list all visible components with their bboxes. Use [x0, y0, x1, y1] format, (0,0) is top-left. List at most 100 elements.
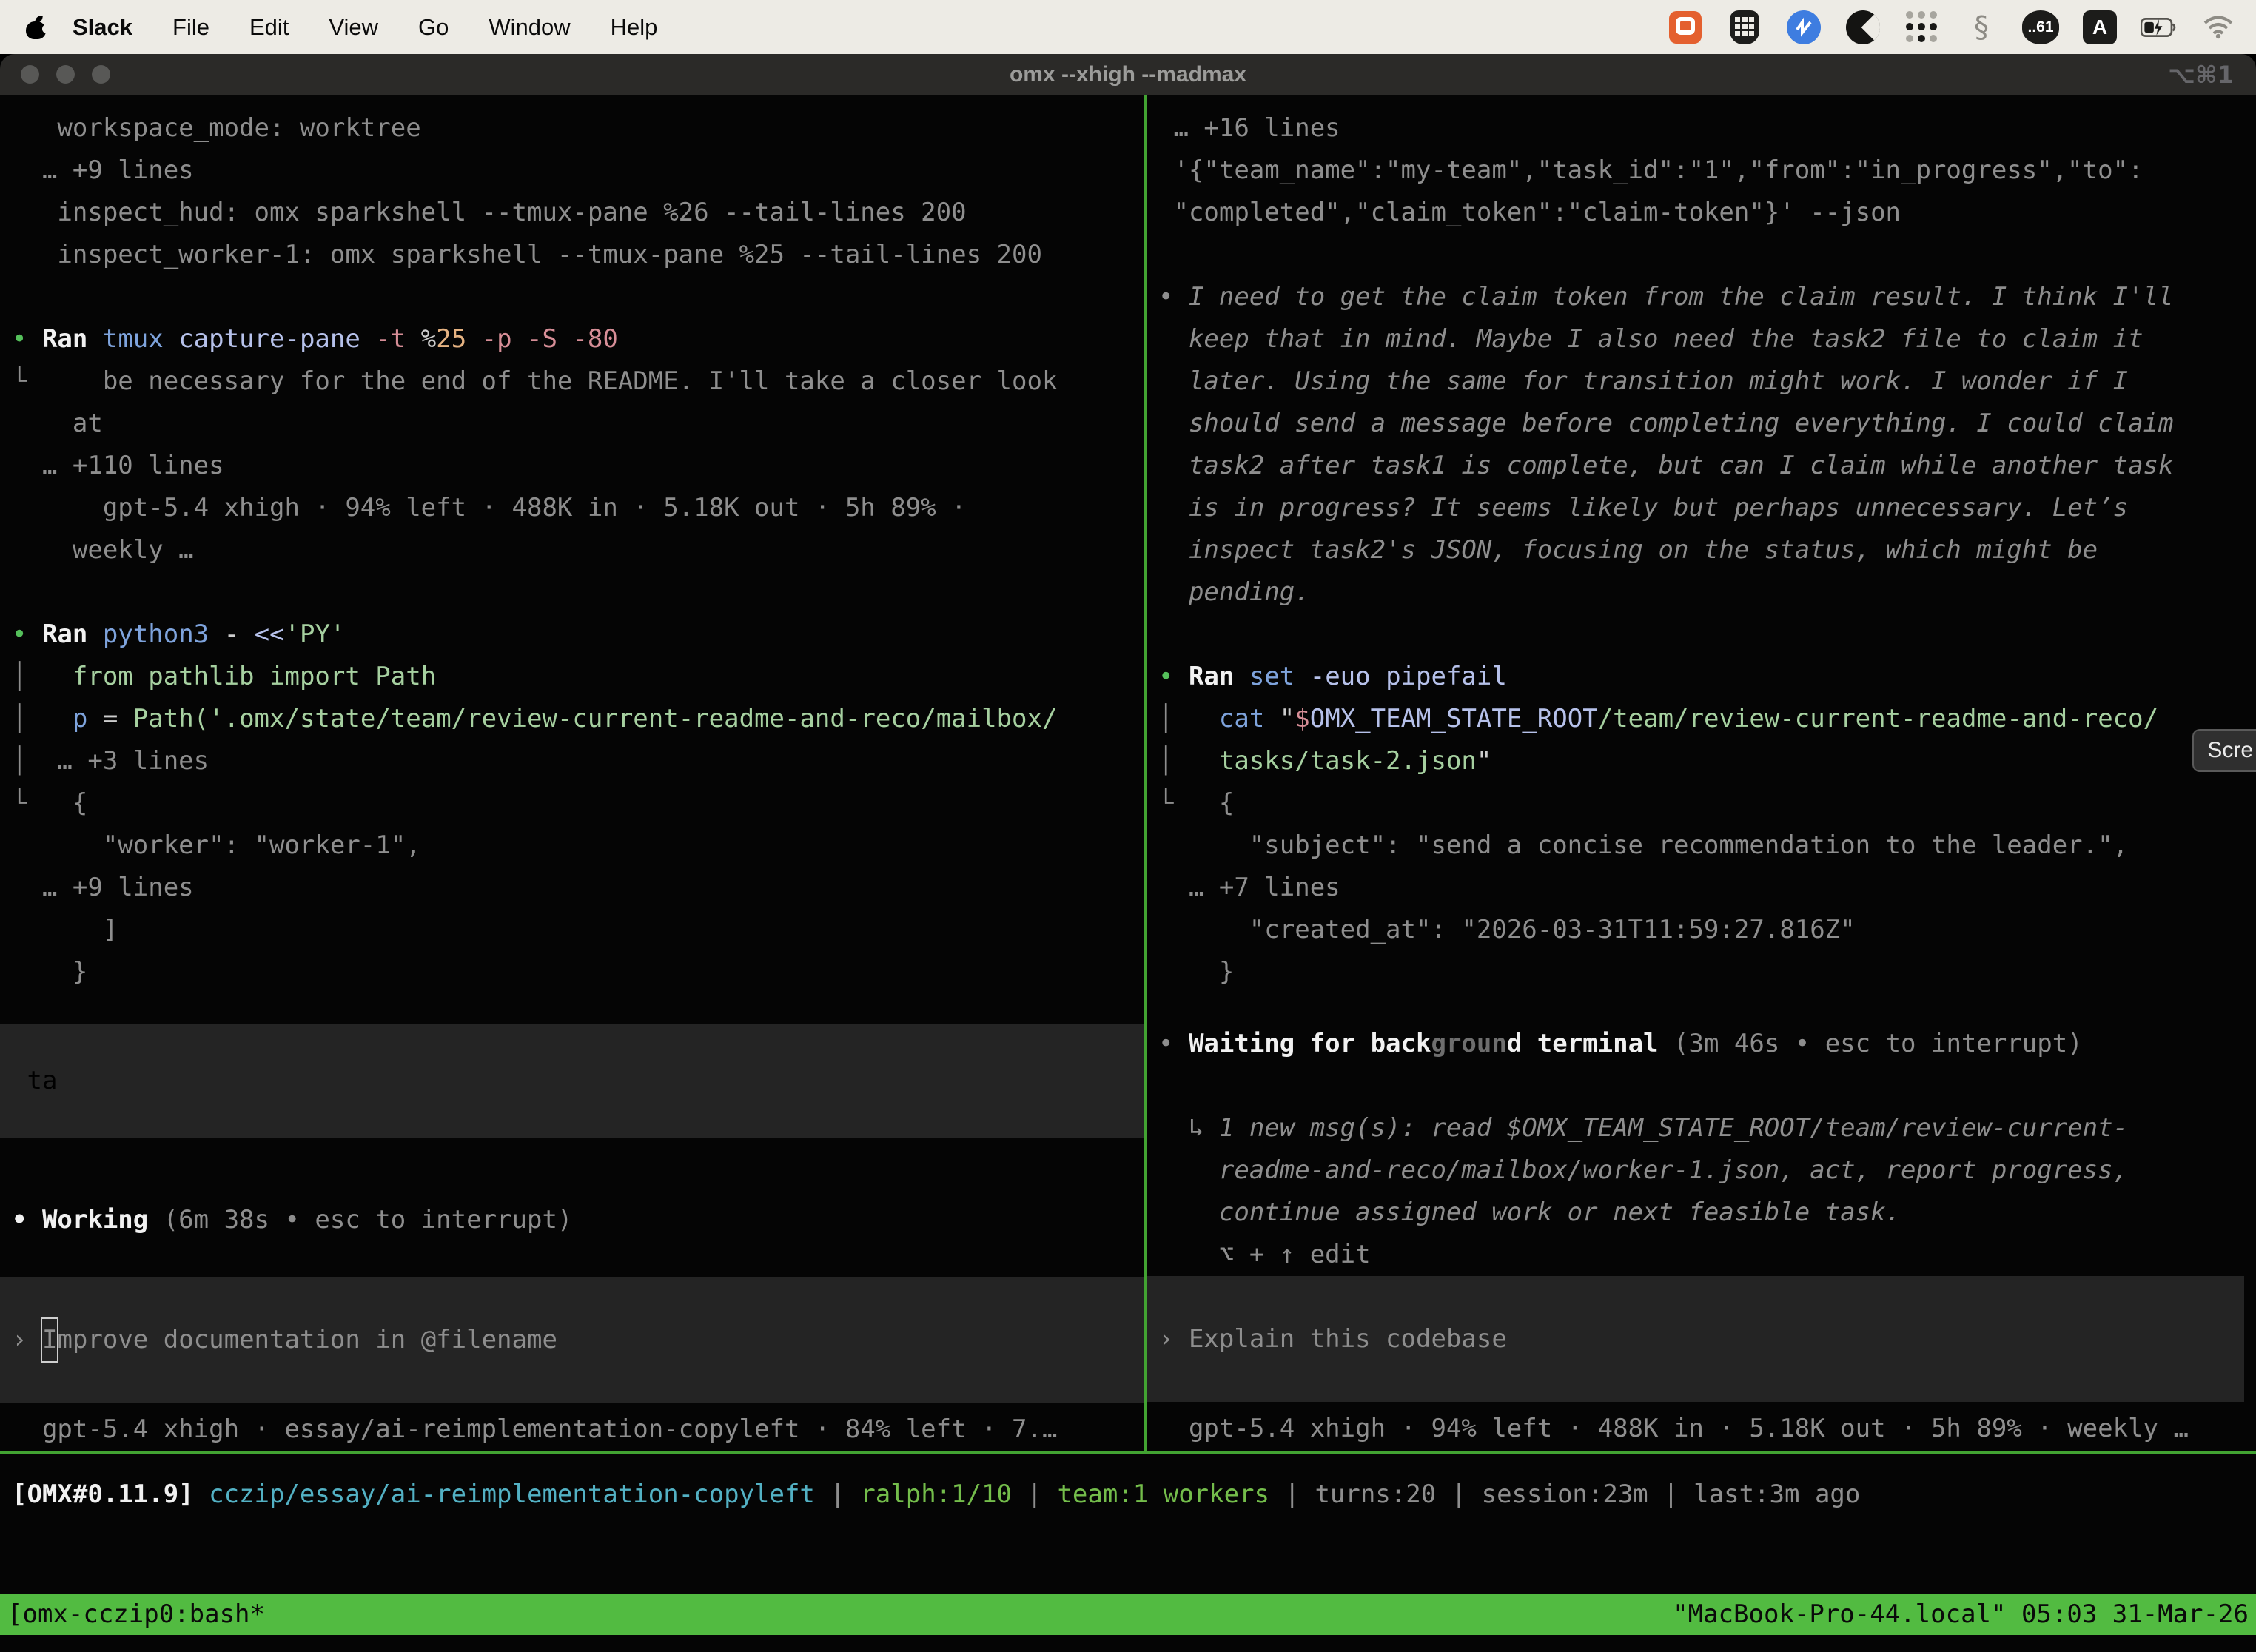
- tmux-session-label: [omx-cczip0:bash*: [7, 1599, 265, 1629]
- shield-grid-icon[interactable]: [1726, 9, 1763, 46]
- close-button[interactable]: [21, 65, 39, 84]
- input-placeholder: mprove documentation in @filename: [57, 1319, 557, 1361]
- text-segment: is in progress? It seems likely but perh…: [1158, 493, 2128, 523]
- right-scrollback: … +16 lines '{"team_name":"my-team","tas…: [1158, 107, 2256, 993]
- right-model-status: gpt-5.4 xhigh · 94% left · 488K in · 5.1…: [1158, 1408, 2256, 1450]
- terminal-line: pending.: [1158, 571, 2256, 614]
- text-segment: •: [12, 620, 42, 649]
- text-segment: /team/review-current-readme-and-reco/: [1598, 704, 2158, 733]
- text-segment: I need to get the claim token from the c…: [1189, 282, 2174, 312]
- menu-item-go[interactable]: Go: [398, 14, 469, 41]
- text-segment: inspect_worker-1: omx sparkshell --tmux-…: [12, 240, 1042, 269]
- blue-badge-icon[interactable]: [1785, 9, 1822, 46]
- text-segment: gpt-5.4 xhigh · essay/ai-reimplementatio…: [12, 1414, 1057, 1444]
- text-segment: Waiting for back: [1189, 1029, 1431, 1058]
- terminal-line: • Ran python3 - <<'PY': [12, 614, 1144, 656]
- text-segment: pending.: [1158, 577, 1310, 607]
- prompt-chevron: ›: [12, 1319, 42, 1361]
- left-scrollback: workspace_mode: worktree … +9 lines insp…: [12, 107, 1144, 993]
- screen-tooltip: Scre: [2192, 729, 2256, 772]
- minimize-button[interactable]: [56, 65, 75, 84]
- input-placeholder: Explain this codebase: [1189, 1318, 1507, 1360]
- text-segment: t: [27, 1066, 41, 1095]
- text-segment: ⌥ + ↑ edit: [1158, 1240, 1371, 1269]
- left-prompt-input[interactable]: › Improve documentation in @filename: [0, 1277, 1144, 1403]
- terminal-line: • Ran set -euo pipefail: [1158, 656, 2256, 698]
- terminal-line: [12, 276, 1144, 318]
- terminal-line: │ … +3 lines: [12, 740, 1144, 782]
- text-segment: [OMX#0.11.9]: [12, 1480, 209, 1509]
- terminal-line: ]: [12, 909, 1144, 951]
- left-pane: workspace_mode: worktree … +9 lines insp…: [0, 95, 1144, 1451]
- terminal-line: … +9 lines: [12, 150, 1144, 192]
- text-segment: … +7 lines: [1158, 873, 1340, 902]
- chat-icon[interactable]: [1667, 9, 1704, 46]
- text-segment: … +110 lines: [12, 451, 224, 480]
- text-segment: │: [12, 746, 27, 776]
- text-segment: }: [12, 957, 87, 987]
- text-segment: •: [12, 324, 42, 354]
- battery-icon[interactable]: [2141, 9, 2178, 46]
- letter-a-icon[interactable]: A: [2081, 9, 2118, 46]
- text-segment: ralph:1/10: [860, 1480, 1027, 1509]
- menu-status-icons: § ..61 A: [1667, 9, 2237, 46]
- menu-item-help[interactable]: Help: [591, 14, 678, 41]
- text-segment: %: [421, 324, 436, 354]
- text-segment: Ran: [42, 620, 103, 649]
- dots-grid-icon[interactable]: [1904, 9, 1941, 46]
- text-segment: =: [103, 704, 133, 733]
- zoom-button[interactable]: [92, 65, 110, 84]
- text-segment: Path('.omx/state/team/review-current-rea…: [133, 704, 1058, 733]
- text-segment: "worker": "worker-1",: [12, 830, 421, 860]
- text-segment: continue assigned work or next feasible …: [1158, 1198, 1901, 1227]
- text-segment: [12, 1066, 27, 1095]
- text-segment: a: [42, 1066, 57, 1095]
- text-segment: }: [1158, 957, 1234, 987]
- text-segment: •: [1158, 1029, 1189, 1058]
- menu-item-view[interactable]: View: [309, 14, 398, 41]
- text-segment: •: [1158, 282, 1189, 312]
- menu-item-edit[interactable]: Edit: [229, 14, 309, 41]
- right-prompt-input[interactable]: › Explain this codebase: [1147, 1276, 2244, 1402]
- terminal-line: task2 after task1 is complete, but can I…: [1158, 445, 2256, 487]
- text-segment: task2 after task1 is complete, but can I…: [1158, 451, 2173, 480]
- apple-icon: [26, 16, 46, 39]
- omx-status-line: [OMX#0.11.9] cczip/essay/ai-reimplementa…: [0, 1454, 2256, 1516]
- terminal-line: "completed","claim_token":"claim-token"}…: [1158, 192, 2256, 234]
- terminal-line: workspace_mode: worktree: [12, 107, 1144, 150]
- text-segment: 25: [436, 324, 481, 354]
- disc-icon[interactable]: [1844, 9, 1881, 46]
- text-segment: inspect_hud: omx sparkshell --tmux-pane …: [12, 198, 967, 227]
- text-segment: │: [12, 662, 27, 691]
- menu-items: SlackFileEditViewGoWindowHelp: [62, 14, 677, 41]
- terminal-line: ta: [27, 1060, 57, 1102]
- text-segment: └ {: [1158, 788, 1234, 818]
- menu-item-file[interactable]: File: [152, 14, 229, 41]
- terminal-line: inspect_hud: omx sparkshell --tmux-pane …: [12, 192, 1144, 234]
- text-segment: '{"team_name":"my-team","task_id":"1","f…: [1158, 155, 2143, 185]
- terminal-line: │ cat "$OMX_TEAM_STATE_ROOT/team/review-…: [1158, 698, 2256, 740]
- text-segment: weekly …: [12, 535, 194, 565]
- text-segment: later. Using the same for transition mig…: [1158, 366, 2128, 396]
- window-title-bar: omx --xhigh --madmax ⌥⌘1: [0, 54, 2256, 95]
- menu-item-window[interactable]: Window: [469, 14, 590, 41]
- terminal-line: gpt-5.4 xhigh · essay/ai-reimplementatio…: [12, 1408, 1144, 1451]
- hook-icon[interactable]: §: [1963, 9, 2000, 46]
- terminal-line: gpt-5.4 xhigh · 94% left · 488K in · 5.1…: [12, 487, 1144, 529]
- text-segment: └ be necessary for the end of the README…: [12, 366, 1057, 396]
- text-segment: ↳: [1158, 1113, 1219, 1143]
- apple-menu[interactable]: [19, 16, 52, 39]
- terminal-line: keep that in mind. Maybe I also need the…: [1158, 318, 2256, 360]
- wifi-icon[interactable]: [2200, 9, 2237, 46]
- terminal-line: readme-and-reco/mailbox/worker-1.json, a…: [1158, 1149, 2256, 1192]
- menu-item-slack[interactable]: Slack: [62, 14, 152, 41]
- terminal-line: "worker": "worker-1",: [12, 825, 1144, 867]
- text-segment: d terminal: [1507, 1029, 1673, 1058]
- text-segment: at: [12, 409, 103, 438]
- terminal-content: workspace_mode: worktree … +9 lines insp…: [0, 95, 2256, 1451]
- badge-61-icon[interactable]: ..61: [2022, 9, 2059, 46]
- right-waiting-block: • Waiting for background terminal (3m 46…: [1158, 1023, 2256, 1276]
- text-segment: |: [830, 1480, 860, 1509]
- terminal-line: • I need to get the claim token from the…: [1158, 276, 2256, 318]
- text-segment: inspect task2's JSON, focusing on the st…: [1158, 535, 2098, 565]
